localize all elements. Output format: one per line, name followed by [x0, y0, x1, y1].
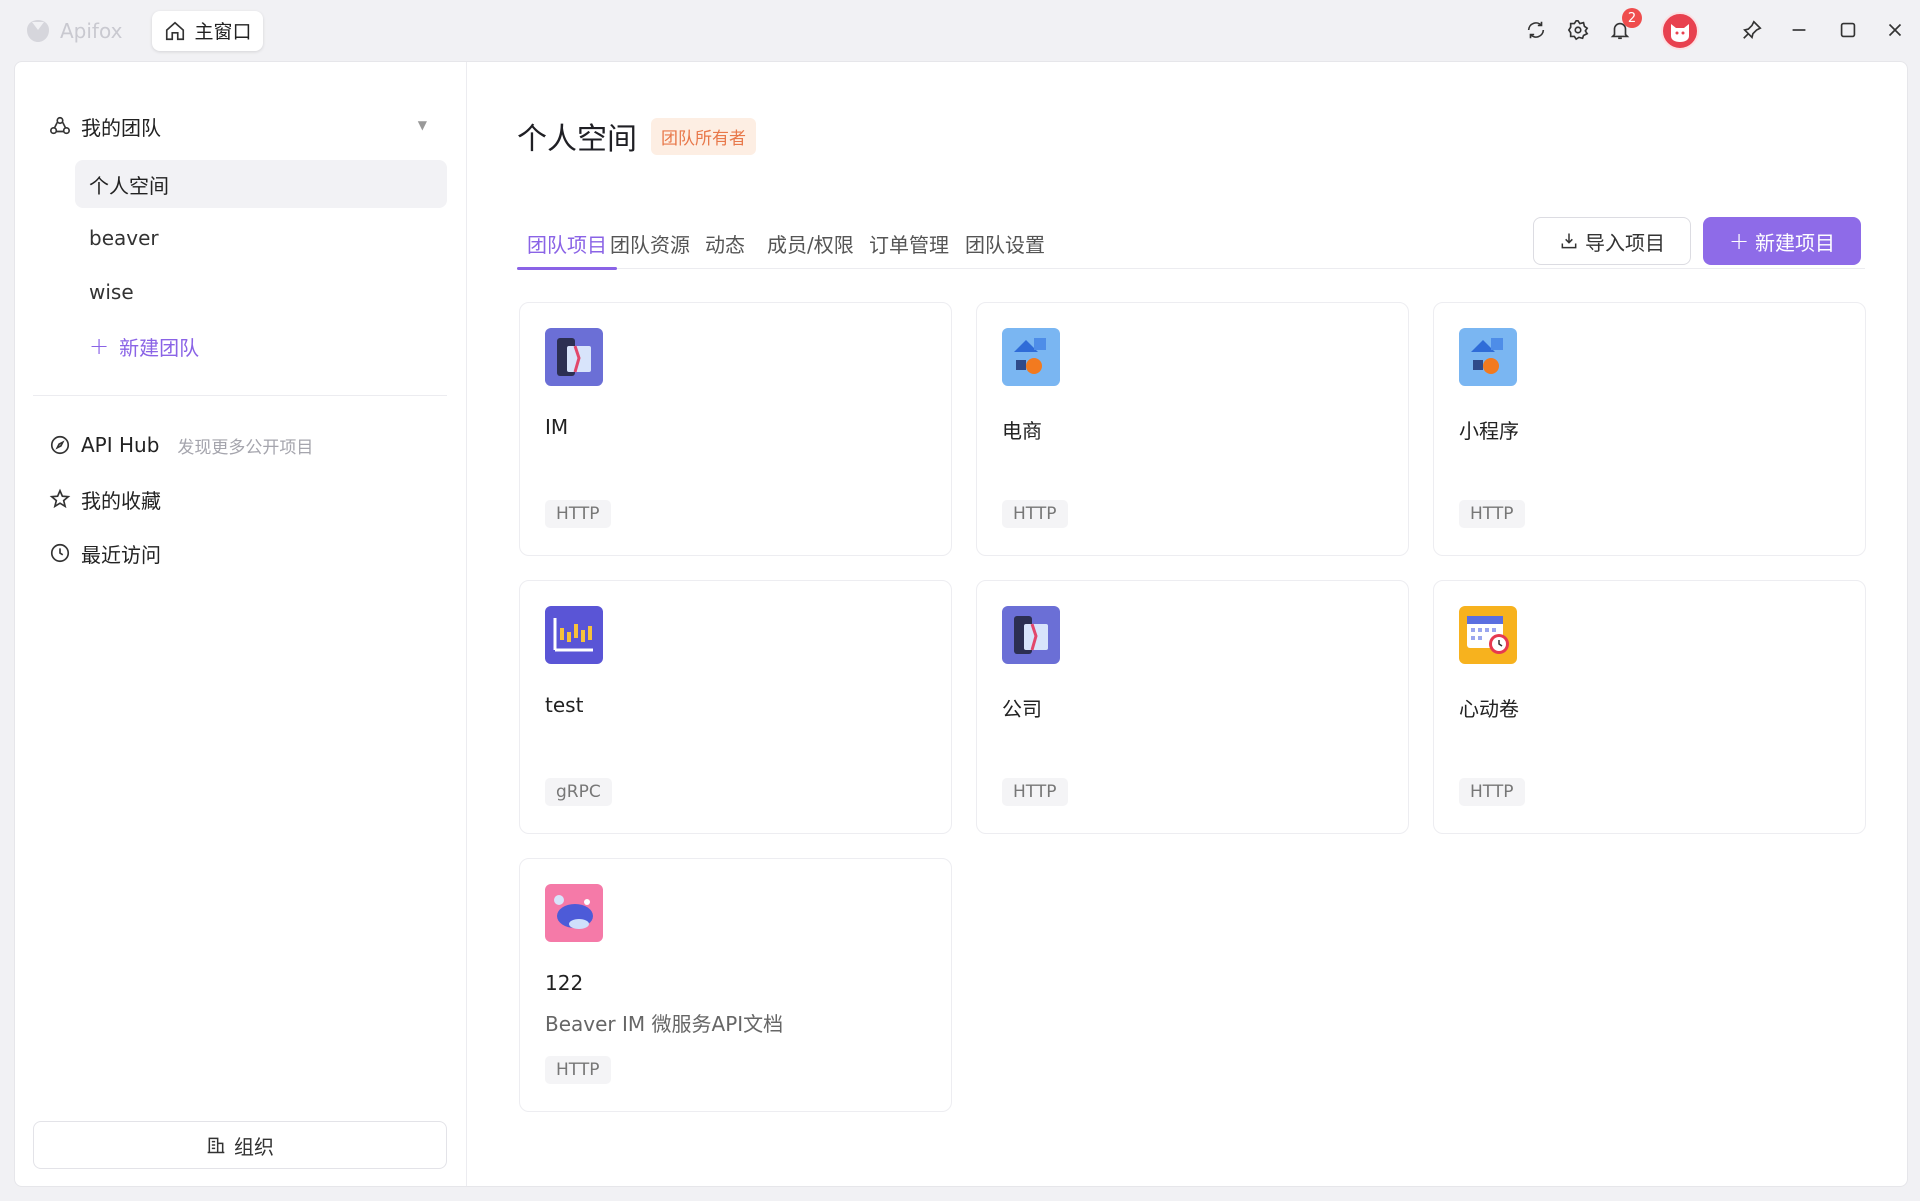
owner-role-tag: 团队所有者	[651, 117, 756, 155]
new-project-label: 新建项目	[1755, 230, 1836, 255]
project-card[interactable]: 122 Beaver IM 微服务API文档 HTTP	[519, 858, 952, 1112]
project-card[interactable]: 心动卷 HTTP	[1433, 580, 1866, 834]
sidebar-recent[interactable]: 最近访问	[49, 536, 161, 570]
refresh-icon[interactable]	[1524, 18, 1548, 42]
project-type-badge: HTTP	[1002, 778, 1068, 806]
chevron-down-icon[interactable]: ▼	[418, 118, 427, 132]
tab-activity[interactable]: 动态	[705, 217, 745, 269]
content-area: 个人空间 团队所有者 团队项目 团队资源 动态 成员/权限 订单管理 团队设置 …	[467, 62, 1907, 1186]
sidebar-api-hub[interactable]: API Hub 发现更多公开项目	[49, 428, 313, 462]
project-type-badge: HTTP	[545, 500, 611, 528]
import-project-button[interactable]: 导入项目	[1533, 217, 1691, 265]
my-teams-header[interactable]: 我的团队 ▼	[49, 110, 439, 142]
sidebar-team-beaver[interactable]: beaver	[75, 214, 447, 262]
new-project-button[interactable]: + 新建项目	[1703, 217, 1861, 265]
organization-button[interactable]: 组织	[33, 1121, 447, 1169]
favorites-label: 我的收藏	[81, 488, 161, 513]
compass-icon	[50, 435, 70, 455]
project-card[interactable]: 公司 HTTP	[976, 580, 1409, 834]
project-card[interactable]: 电商 HTTP	[976, 302, 1409, 556]
pin-icon[interactable]	[1740, 18, 1764, 42]
project-name: 电商	[1002, 419, 1042, 443]
notification-badge: 2	[1622, 8, 1642, 28]
tab-members[interactable]: 成员/权限	[767, 217, 854, 269]
apifox-logo-icon	[27, 19, 49, 42]
page-title: 个人空间	[517, 122, 637, 157]
tab-team-projects[interactable]: 团队项目	[517, 217, 617, 270]
tab-label: 订单管理	[869, 232, 949, 257]
sidebar-team-label: 个人空间	[89, 173, 169, 198]
project-name: 小程序	[1459, 419, 1519, 443]
import-icon	[1561, 233, 1577, 249]
sidebar-team-wise[interactable]: wise	[75, 268, 447, 316]
tab-label: 成员/权限	[767, 232, 854, 257]
project-card[interactable]: 小程序 HTTP	[1433, 302, 1866, 556]
page-header: 个人空间 团队所有者	[517, 114, 756, 158]
project-type-badge: HTTP	[545, 1056, 611, 1084]
sidebar-divider	[33, 395, 447, 396]
brand: Apifox	[24, 18, 122, 44]
tab-label: 动态	[705, 232, 745, 257]
project-name: test	[545, 693, 584, 717]
api-hub-hint: 发现更多公开项目	[177, 437, 314, 458]
close-icon[interactable]	[1883, 18, 1907, 42]
user-avatar[interactable]	[1661, 12, 1699, 50]
suit-icon	[545, 328, 603, 386]
settings-gear-icon[interactable]	[1566, 18, 1590, 42]
project-card[interactable]: test gRPC	[519, 580, 952, 834]
my-teams-label: 我的团队	[81, 115, 161, 140]
plus-icon: +	[1728, 227, 1750, 255]
notification-bell-icon[interactable]: 2	[1608, 8, 1642, 42]
tab-label: 团队设置	[965, 232, 1045, 257]
cloud-icon	[545, 884, 603, 942]
tab-label: 团队项目	[527, 232, 607, 257]
project-card[interactable]: IM HTTP	[519, 302, 952, 556]
project-name: 公司	[1002, 697, 1042, 721]
clock-icon	[50, 543, 70, 563]
sidebar-team-personal[interactable]: 个人空间	[75, 160, 447, 208]
tab-label: 团队资源	[610, 232, 690, 257]
sidebar-favorites[interactable]: 我的收藏	[49, 482, 161, 516]
minimize-icon[interactable]	[1787, 18, 1811, 42]
suit-icon	[1002, 606, 1060, 664]
building-icon	[207, 1137, 225, 1154]
new-team-label: 新建团队	[119, 335, 200, 360]
project-type-badge: HTTP	[1459, 778, 1525, 806]
shapes-icon	[1459, 328, 1517, 386]
maximize-icon[interactable]	[1836, 18, 1860, 42]
recent-label: 最近访问	[81, 542, 161, 567]
team-icon	[50, 116, 70, 135]
tab-team-resources[interactable]: 团队资源	[610, 217, 690, 269]
home-icon	[166, 21, 185, 40]
title-bar: Apifox 主窗口 2	[0, 0, 1920, 61]
tab-team-settings[interactable]: 团队设置	[965, 217, 1045, 269]
project-type-badge: HTTP	[1002, 500, 1068, 528]
project-type-badge: HTTP	[1459, 500, 1525, 528]
main-window: 我的团队 ▼ 个人空间 beaver wise + 新建团队 API Hub 发…	[14, 61, 1908, 1187]
star-icon	[49, 488, 71, 509]
home-tab[interactable]: 主窗口	[152, 10, 264, 51]
organization-label: 组织	[234, 1134, 274, 1159]
project-name: 122	[545, 971, 584, 995]
new-team-button[interactable]: + 新建团队	[75, 322, 447, 370]
cat-avatar-icon	[1671, 24, 1689, 42]
plus-icon: +	[89, 332, 110, 360]
import-project-label: 导入项目	[1585, 230, 1665, 255]
project-description: Beaver IM 微服务API文档	[545, 1012, 784, 1036]
brand-name: Apifox	[60, 18, 123, 43]
sidebar-team-label: wise	[89, 280, 134, 304]
project-type-badge: gRPC	[545, 778, 612, 806]
calendar-icon	[1459, 606, 1517, 664]
tab-orders[interactable]: 订单管理	[869, 217, 949, 269]
sidebar-team-label: beaver	[89, 226, 159, 250]
project-name: 心动卷	[1459, 697, 1519, 721]
api-hub-label: API Hub	[81, 433, 160, 457]
home-tab-label: 主窗口	[194, 21, 252, 43]
sidebar: 我的团队 ▼ 个人空间 beaver wise + 新建团队 API Hub 发…	[15, 62, 467, 1186]
chart-icon	[545, 606, 603, 664]
shapes-icon	[1002, 328, 1060, 386]
project-name: IM	[545, 415, 569, 439]
